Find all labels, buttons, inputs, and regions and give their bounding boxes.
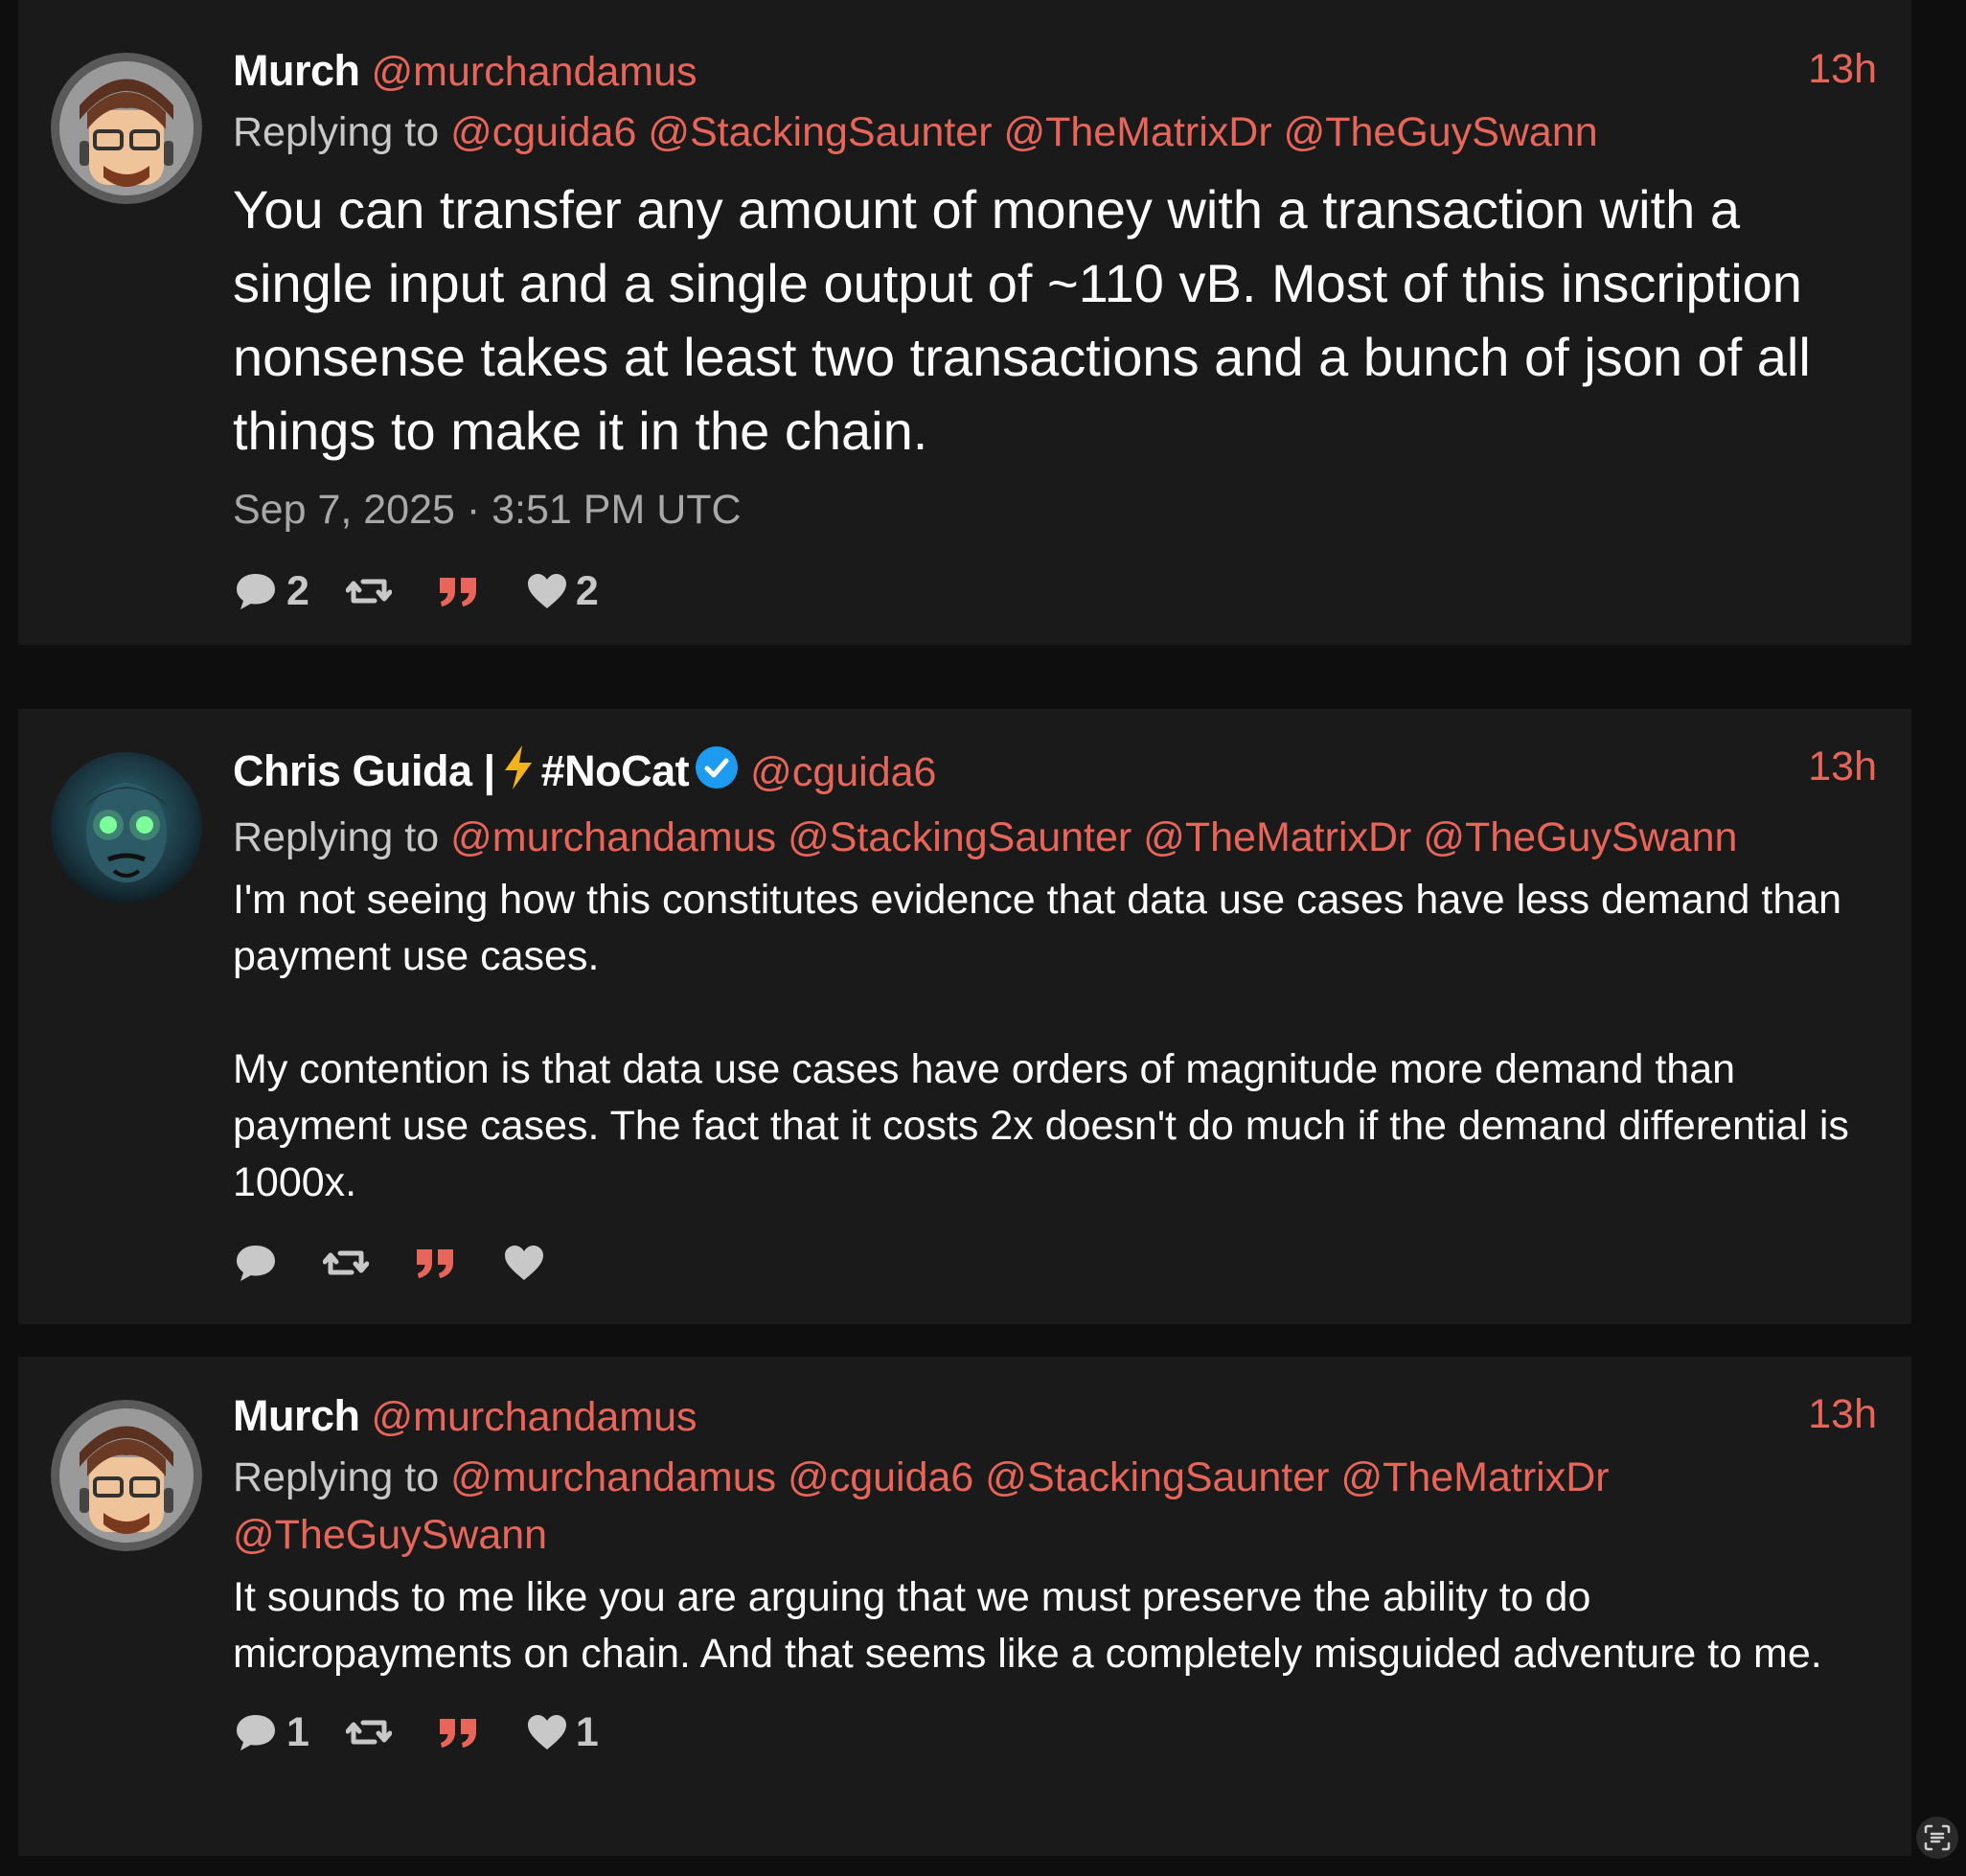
avatar[interactable] [51,752,202,904]
replying-to: Replying to @murchandamus @StackingSaunt… [233,809,1877,866]
live-text-icon[interactable] [1916,1817,1958,1859]
tweet-stats [233,1234,1877,1292]
tweet[interactable]: Murch @murchandamus 13h Replying to @murc… [18,1357,1911,1856]
author-handle[interactable]: @murchandamus [372,49,697,95]
retweet-button[interactable] [323,1244,377,1282]
author-handle[interactable]: @murchandamus [372,1394,697,1440]
like-count: 1 [575,1708,599,1755]
tweet-content: You can transfer any amount of money wit… [233,179,1826,461]
avatar[interactable] [51,53,202,204]
quote-button[interactable] [436,572,490,610]
author-name[interactable]: Murch [233,46,360,95]
retweet-icon [345,572,392,610]
tweet-body: Murch @murchandamus 13h Replying to @murc… [233,1391,1877,1761]
tweet-time[interactable]: 13h [1808,46,1877,93]
quote-icon [436,1713,482,1751]
reply-button[interactable] [233,1242,286,1284]
tweet[interactable]: Murch @murchandamus 13h Replying to @cgui… [18,0,1911,645]
reply-count: 1 [286,1708,309,1755]
mention-link[interactable]: @StackingSaunter [985,1454,1329,1500]
mention-link[interactable]: @StackingSaunter [788,814,1132,860]
quote-icon [436,572,482,610]
mention-link[interactable]: @cguida6 [450,109,636,155]
mention-link[interactable]: @TheGuySwann [1284,109,1598,155]
like-button[interactable]: 1 [526,1709,599,1756]
retweet-button[interactable] [345,572,400,610]
tweet-header: Chris Guida | #NoCat @cguida6 13h [233,744,1877,801]
tweet-content: I'm not seeing how this constitutes evid… [233,877,1849,1205]
heart-icon [526,1713,568,1751]
reply-count: 2 [286,567,309,614]
mention-link[interactable]: @TheGuySwann [233,1512,547,1558]
retweet-icon [323,1244,369,1282]
replying-prefix: Replying to [233,109,440,155]
retweet-icon [345,1713,392,1751]
verified-icon [695,745,739,794]
timeline: Murch @murchandamus 13h Replying to @cgui… [0,0,1966,1876]
tweet-body: Chris Guida | #NoCat @cguida6 13h Replying… [233,744,1877,1292]
heart-icon [526,572,568,610]
retweet-button[interactable] [345,1713,400,1751]
replying-to: Replying to @murchandamus @cguida6 @Stac… [233,1449,1877,1564]
comment-icon [233,1242,279,1284]
comment-icon [233,570,279,612]
tweet-stats: 2 2 [233,562,1877,620]
tweet-body: Murch @murchandamus 13h Replying to @cgui… [233,46,1877,620]
like-button[interactable]: 2 [526,568,599,615]
lightning-icon [501,744,536,796]
mention-link[interactable]: @TheMatrixDr [1143,814,1411,860]
tweet-time[interactable]: 13h [1808,1391,1877,1438]
author-handle[interactable]: @cguida6 [750,749,936,795]
author-name-suffix[interactable]: #NoCat [541,746,690,795]
tweet-content: It sounds to me like you are arguing tha… [233,1574,1822,1677]
reply-button[interactable]: 1 [233,1709,309,1756]
author-name[interactable]: Murch [233,1391,360,1440]
mention-link[interactable]: @TheGuySwann [1423,814,1737,860]
mention-link[interactable]: @TheMatrixDr [1340,1454,1609,1500]
tweet-time[interactable]: 13h [1808,744,1877,790]
quote-icon [413,1244,459,1282]
mention-link[interactable]: @TheMatrixDr [1003,109,1271,155]
replying-prefix: Replying to [233,814,440,860]
avatar[interactable] [51,1400,202,1551]
author-name[interactable]: Chris Guida | [233,746,495,795]
tweet-date[interactable]: Sep 7, 2025 · 3:51 PM UTC [233,487,1877,534]
like-button[interactable] [503,1244,553,1282]
reply-button[interactable]: 2 [233,568,309,615]
mention-link[interactable]: @murchandamus [450,1454,776,1500]
mention-link[interactable]: @murchandamus [450,814,776,860]
quote-button[interactable] [436,1713,490,1751]
tweet[interactable]: Chris Guida | #NoCat @cguida6 13h Replying… [18,709,1911,1324]
like-count: 2 [575,567,599,614]
tweet-header: Murch @murchandamus 13h [233,46,1877,103]
replying-to: Replying to @cguida6 @StackingSaunter @T… [233,103,1877,161]
tweet-header: Murch @murchandamus 13h [233,1391,1877,1449]
replying-prefix: Replying to [233,1454,440,1500]
tweet-stats: 1 1 [233,1704,1877,1761]
comment-icon [233,1711,279,1753]
heart-icon [503,1244,545,1282]
quote-button[interactable] [413,1244,467,1282]
mention-link[interactable]: @StackingSaunter [648,109,992,155]
mention-link[interactable]: @cguida6 [788,1454,973,1500]
